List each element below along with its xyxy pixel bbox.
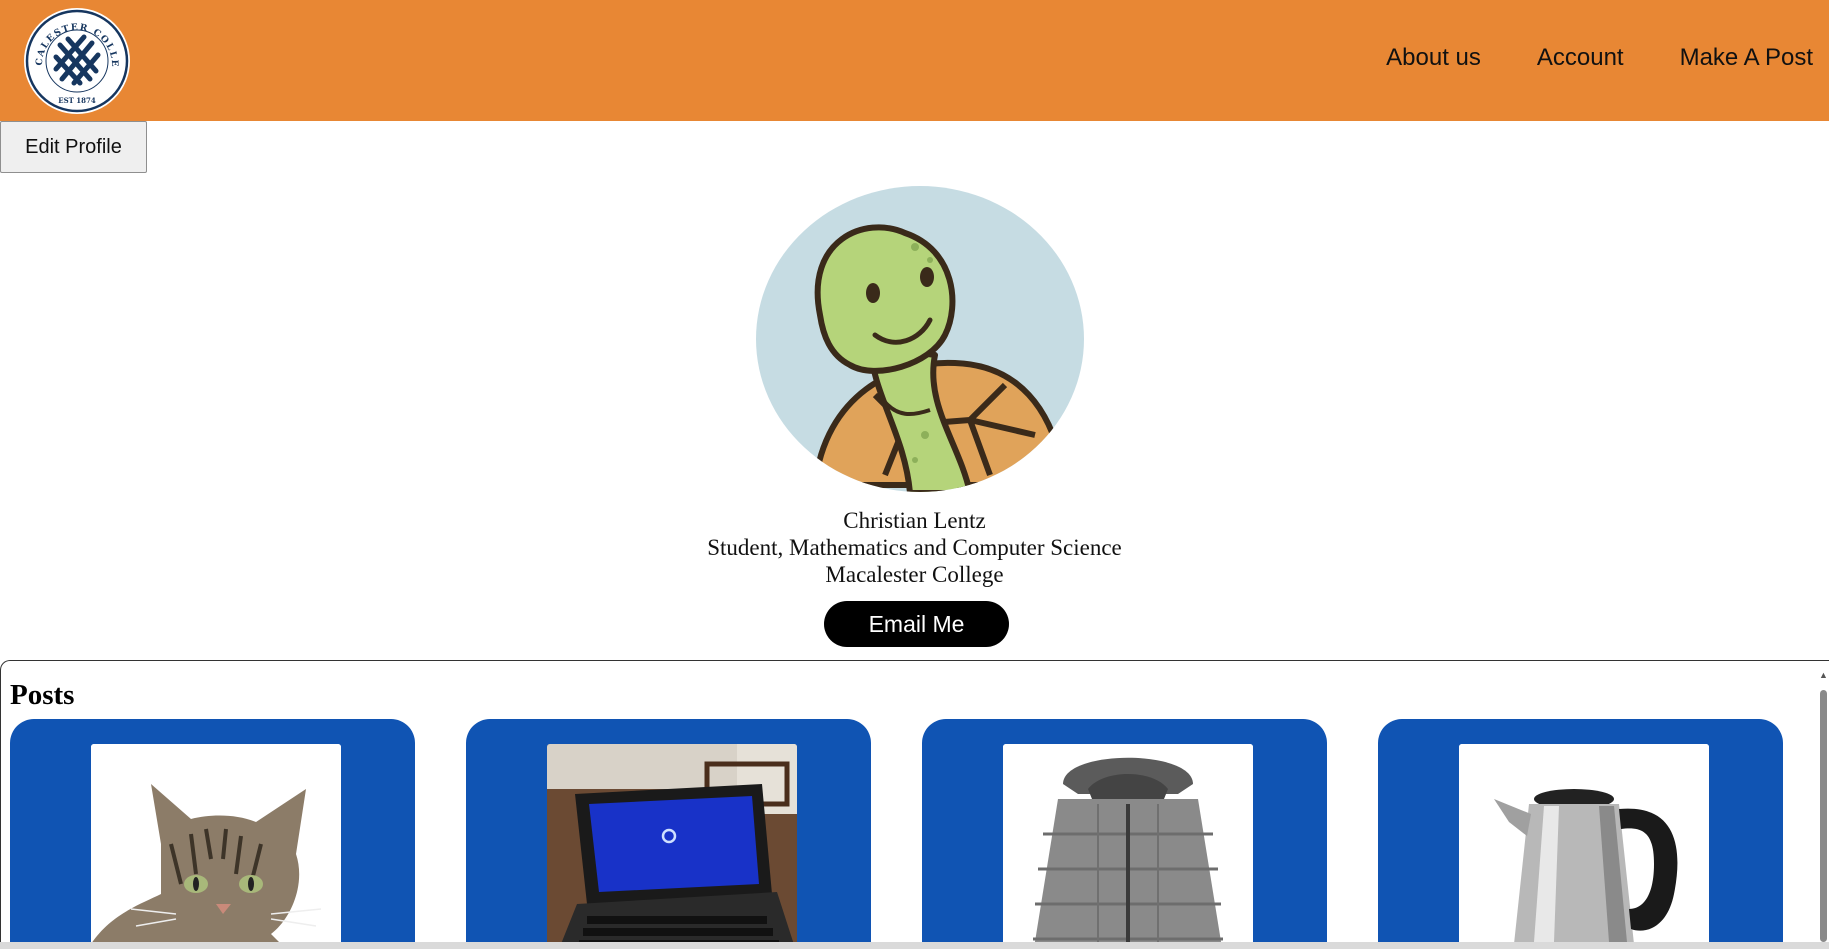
profile-school: Macalester College: [825, 562, 1004, 587]
profile-name: Christian Lentz: [843, 508, 986, 533]
seal-est-text: EST 1874: [58, 96, 96, 105]
nav-account[interactable]: Account: [1537, 43, 1624, 73]
profile-avatar: [755, 185, 1085, 493]
cat-photo-icon: [91, 744, 341, 949]
edit-profile-button[interactable]: Edit Profile: [0, 121, 147, 173]
bottom-scroll-track: [0, 942, 1829, 949]
turtle-avatar-icon: [756, 186, 1084, 492]
nav-make-a-post[interactable]: Make A Post: [1680, 43, 1813, 73]
electric-kettle-photo-icon: [1459, 744, 1709, 949]
top-header: MACALESTER COLLEGE EST 1874 About us Acc…: [0, 0, 1829, 121]
post-card-kettle[interactable]: [1378, 719, 1783, 949]
cat-photo: [91, 744, 341, 949]
laptop-photo-icon: [547, 744, 797, 949]
college-logo[interactable]: MACALESTER COLLEGE EST 1874: [14, 0, 134, 115]
profile-role: Student, Mathematics and Computer Scienc…: [707, 535, 1122, 560]
scrollbar-thumb[interactable]: [1820, 690, 1827, 942]
post-card-cat[interactable]: [10, 719, 415, 949]
posts-scrollbar[interactable]: ▲: [1817, 670, 1829, 942]
winter-jacket-photo-icon: [1003, 744, 1253, 949]
profile-info: Christian Lentz Student, Mathematics and…: [0, 507, 1829, 588]
email-me-button[interactable]: Email Me: [824, 601, 1009, 647]
post-card-laptop[interactable]: [466, 719, 871, 949]
scroll-up-arrow-icon[interactable]: ▲: [1819, 670, 1828, 680]
posts-heading: Posts: [10, 679, 75, 711]
winter-jacket-photo: [1003, 744, 1253, 949]
main-nav: About us Account Make A Post: [1330, 43, 1813, 73]
nav-about-us[interactable]: About us: [1386, 43, 1481, 73]
electric-kettle-photo: [1459, 744, 1709, 949]
laptop-photo: [547, 744, 797, 949]
macalester-college-seal-icon: MACALESTER COLLEGE EST 1874: [14, 0, 130, 114]
post-card-jacket[interactable]: [922, 719, 1327, 949]
posts-panel: Posts: [0, 660, 1829, 949]
